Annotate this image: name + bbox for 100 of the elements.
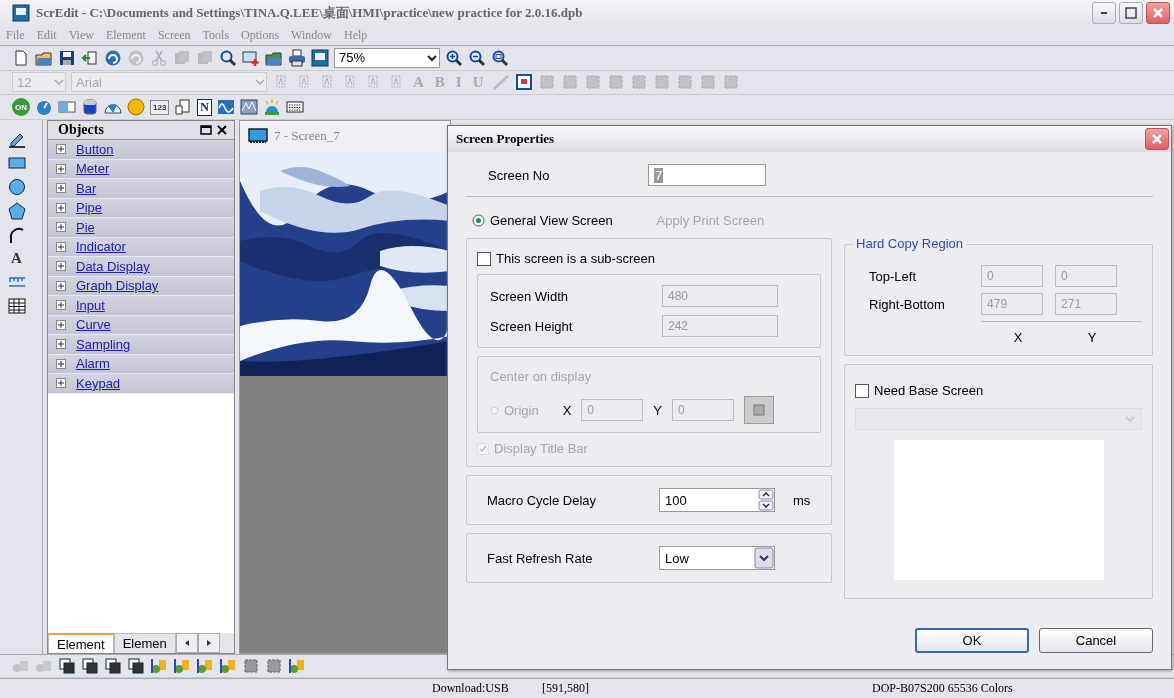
circle-icon[interactable] [8, 178, 26, 197]
layer-icon[interactable] [58, 657, 76, 676]
input-field[interactable]: 0 [672, 399, 735, 421]
expand-icon[interactable] [56, 144, 66, 155]
numeric-icon[interactable]: 123 [150, 99, 170, 115]
printer-icon[interactable] [288, 48, 306, 67]
tree-item[interactable]: Indicator [48, 237, 234, 258]
indicator-icon[interactable] [127, 98, 145, 117]
menu-item[interactable]: Edit [36, 28, 57, 44]
arrange-icon[interactable] [173, 657, 191, 676]
checkbox[interactable]: Need Base Screen [855, 383, 1142, 398]
expand-icon[interactable] [56, 202, 66, 213]
menu-item[interactable]: Options [241, 28, 280, 44]
input-field[interactable]: 0 [1055, 265, 1118, 287]
import-arrow-icon[interactable] [81, 48, 99, 67]
format-button[interactable]: A [8, 250, 34, 268]
spinner-arrows-icon[interactable] [758, 489, 774, 511]
checkbox[interactable]: This screen is a sub-screen [477, 251, 822, 266]
menu-item[interactable]: View [68, 28, 94, 44]
arrange-icon[interactable] [219, 657, 237, 676]
expand-icon[interactable] [56, 280, 66, 291]
checkbox[interactable]: Display Title Bar [477, 441, 822, 456]
expand-icon[interactable] [56, 261, 66, 272]
undo-icon[interactable] [104, 48, 122, 67]
tree-item[interactable]: Bar [48, 179, 234, 199]
app-logo-icon[interactable] [12, 4, 30, 23]
menu-item[interactable]: Screen [157, 28, 191, 44]
picker-button[interactable] [744, 396, 775, 424]
arc-icon[interactable] [8, 226, 26, 245]
fill-icon[interactable] [514, 73, 533, 92]
expand-icon[interactable] [56, 339, 66, 350]
app-logo-icon[interactable] [311, 48, 329, 67]
maximize-button[interactable] [1119, 2, 1143, 25]
input-field[interactable]: 242 [662, 315, 778, 337]
tree-item[interactable]: Data Display [48, 257, 234, 277]
input-field[interactable]: 271 [1055, 293, 1118, 315]
input-field[interactable]: 0 [581, 399, 644, 421]
tree-item[interactable]: Alarm [48, 354, 234, 375]
number-spinner[interactable]: 100 [659, 488, 775, 512]
pipe-icon[interactable] [81, 98, 99, 117]
expand-icon[interactable] [56, 241, 66, 252]
zoom-fit-icon[interactable] [491, 48, 509, 67]
pentagon-icon[interactable] [8, 202, 26, 221]
panel-tab[interactable]: Elemen [113, 633, 176, 654]
tree-item[interactable]: Sampling [48, 335, 234, 355]
minimize-button[interactable] [1092, 2, 1116, 25]
graph-icon[interactable] [174, 98, 193, 117]
input-field[interactable]: 479 [981, 293, 1044, 315]
lamp-icon[interactable]: ON [12, 98, 30, 117]
meter-icon[interactable] [35, 98, 53, 117]
zoom-dropdown[interactable]: 75% [334, 47, 440, 68]
expand-icon[interactable] [56, 163, 66, 174]
input-field[interactable]: 0 [981, 265, 1044, 287]
scroll-left-button[interactable] [175, 633, 198, 654]
arrange-icon[interactable] [288, 657, 306, 676]
curve-icon[interactable] [217, 98, 236, 117]
tree-item[interactable]: Pie [48, 218, 234, 238]
screen-number-field[interactable]: 7 [648, 164, 766, 186]
close-button[interactable] [1145, 128, 1169, 150]
menu-item[interactable]: Help [343, 28, 368, 44]
arrange-icon[interactable] [196, 657, 214, 676]
expand-icon[interactable] [56, 222, 66, 233]
menu-item[interactable]: Tools [202, 28, 230, 44]
dialog-button[interactable]: OK [915, 628, 1029, 653]
close-button[interactable] [1146, 2, 1170, 25]
menu-item[interactable]: Element [105, 28, 146, 44]
tree-item[interactable]: Input [48, 296, 234, 316]
space-icon[interactable] [242, 657, 260, 676]
tree-item[interactable]: Pipe [48, 198, 234, 219]
table-icon[interactable] [8, 297, 26, 316]
scroll-right-button[interactable] [197, 633, 220, 654]
expand-icon[interactable] [56, 300, 66, 311]
zoom-in-icon[interactable] [445, 48, 463, 67]
tree-item[interactable]: Graph Display [48, 276, 234, 297]
close-icon[interactable] [216, 124, 228, 137]
radio-button[interactable]: Origin [490, 402, 539, 418]
layer-icon[interactable] [81, 657, 99, 676]
layer-icon[interactable] [104, 657, 122, 676]
radio-button[interactable]: General View Screen [472, 213, 613, 228]
expand-icon[interactable] [56, 358, 66, 369]
magnifier-icon[interactable] [219, 48, 237, 67]
menu-item[interactable]: Window [291, 28, 332, 44]
tree-item[interactable]: Meter [48, 159, 234, 180]
expand-icon[interactable] [56, 319, 66, 330]
menu-item[interactable]: File [6, 28, 25, 44]
expand-icon[interactable] [56, 378, 66, 389]
input-field[interactable]: 480 [662, 285, 778, 307]
arrange-icon[interactable] [150, 657, 168, 676]
space-icon[interactable] [265, 657, 283, 676]
input-icon[interactable]: N [197, 98, 213, 116]
tree-item[interactable]: Button [48, 140, 234, 160]
tree-item[interactable]: Curve [48, 315, 234, 336]
rate-dropdown[interactable]: Low [659, 546, 775, 570]
new-file-icon[interactable] [12, 48, 30, 67]
add-screen-icon[interactable] [242, 48, 260, 67]
sampling-icon[interactable] [240, 98, 259, 117]
expand-icon[interactable] [56, 183, 66, 194]
panel-tab[interactable]: Element [48, 633, 114, 654]
restore-icon[interactable] [200, 124, 212, 137]
dialog-button[interactable]: Cancel [1039, 628, 1153, 653]
